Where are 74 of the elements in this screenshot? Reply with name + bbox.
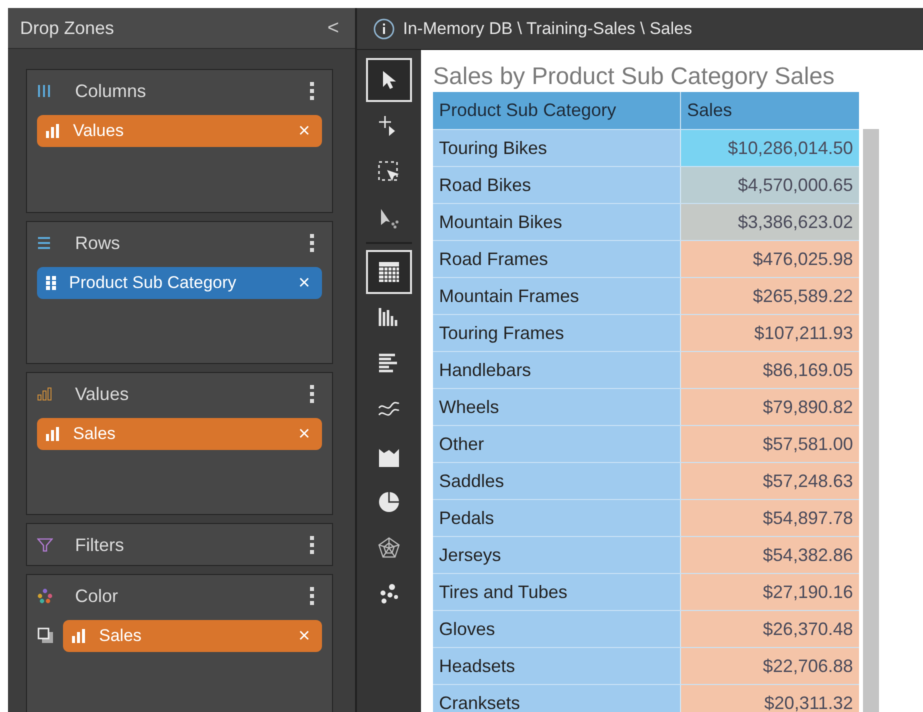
table-cell: Road Bikes bbox=[433, 167, 681, 203]
panel-title: Drop Zones bbox=[20, 16, 114, 40]
table-cell: $10,286,014.50 bbox=[681, 130, 859, 166]
remove-button[interactable]: × bbox=[294, 626, 314, 646]
selection-icon bbox=[377, 160, 401, 184]
zone-title: Filters bbox=[75, 534, 125, 557]
table-cell: Headsets bbox=[433, 648, 681, 684]
field-pill[interactable]: Values × bbox=[37, 115, 322, 148]
rows-icon bbox=[37, 236, 51, 250]
pill-label: Sales bbox=[99, 625, 143, 648]
bar-chart-icon bbox=[71, 629, 87, 644]
remove-button[interactable]: × bbox=[294, 273, 314, 294]
table-cell: Touring Frames bbox=[433, 315, 681, 351]
table-cell: Mountain Frames bbox=[433, 278, 681, 314]
table-cell: $265,589.22 bbox=[681, 278, 859, 314]
table-cell: $79,890.82 bbox=[681, 389, 859, 425]
table-title: Sales by Product Sub Category Sales bbox=[433, 62, 836, 92]
filter-icon bbox=[37, 537, 53, 554]
palette-icon bbox=[37, 588, 53, 604]
table-cell: $4,570,000.65 bbox=[681, 167, 859, 203]
grip-icon bbox=[45, 275, 57, 292]
pointer-icon bbox=[378, 207, 400, 229]
table-cell: Cranksets bbox=[433, 685, 681, 712]
remove-button[interactable]: × bbox=[294, 121, 314, 142]
table-icon bbox=[377, 260, 401, 284]
zone-title: Color bbox=[75, 584, 120, 608]
zone-title: Columns bbox=[75, 80, 148, 103]
table-cell: $26,370.48 bbox=[681, 611, 859, 647]
table-cell: Gloves bbox=[433, 611, 681, 647]
toolbar-button[interactable] bbox=[366, 250, 412, 294]
zone-title: Rows bbox=[75, 232, 122, 255]
table-cell: Mountain Bikes bbox=[433, 204, 681, 240]
table-cell: Touring Bikes bbox=[433, 130, 681, 166]
pill-label: Values bbox=[73, 120, 125, 142]
table-cell: $27,190.16 bbox=[681, 574, 859, 610]
bar-chart-icon bbox=[45, 124, 61, 138]
table-cell: Saddles bbox=[433, 463, 681, 499]
remove-button[interactable]: × bbox=[294, 424, 314, 444]
bar-chart-icon bbox=[37, 387, 53, 402]
table-cell: $22,706.88 bbox=[681, 648, 859, 684]
table-cell: Handlebars bbox=[433, 352, 681, 388]
field-pill[interactable]: Sales × bbox=[63, 620, 322, 652]
table-cell: Jerseys bbox=[433, 537, 681, 573]
table-cell: Wheels bbox=[433, 389, 681, 425]
breadcrumb: In-Memory DB \ Training-Sales \ Sales bbox=[403, 18, 692, 40]
collapse-button[interactable]: < bbox=[323, 13, 343, 44]
table-cell: Tires and Tubes bbox=[433, 574, 681, 610]
column-header[interactable]: Sales bbox=[681, 92, 859, 129]
field-pill[interactable]: Sales × bbox=[37, 418, 322, 450]
table-cell: Road Frames bbox=[433, 241, 681, 277]
info-icon[interactable] bbox=[373, 18, 395, 40]
zone-title: Values bbox=[75, 382, 130, 406]
table-cell: $57,581.00 bbox=[681, 426, 859, 462]
table-cell: $54,382.86 bbox=[681, 537, 859, 573]
table-cell: $107,211.93 bbox=[681, 315, 859, 351]
columns-icon bbox=[37, 84, 51, 98]
pie-chart-icon bbox=[377, 490, 401, 514]
copy-icon[interactable] bbox=[37, 627, 55, 646]
table-cell: Pedals bbox=[433, 500, 681, 536]
bar-chart-icon bbox=[45, 427, 61, 442]
table-cell: $54,897.78 bbox=[681, 500, 859, 536]
column-header[interactable]: Product Sub Category bbox=[433, 92, 681, 129]
table-cell: $3,386,623.02 bbox=[681, 204, 859, 240]
table-cell: $476,025.98 bbox=[681, 241, 859, 277]
table-cell: Other bbox=[433, 426, 681, 462]
toolbar-button[interactable] bbox=[366, 58, 412, 102]
table-cell: $57,248.63 bbox=[681, 463, 859, 499]
radar-chart-icon bbox=[377, 536, 401, 560]
table-cell: $86,169.05 bbox=[681, 352, 859, 388]
field-pill[interactable]: Product Sub Category × bbox=[37, 267, 322, 300]
table-cell: $20,311.32 bbox=[681, 685, 859, 712]
pill-label: Sales bbox=[73, 423, 117, 446]
pill-label: Product Sub Category bbox=[69, 272, 238, 294]
scrollbar[interactable] bbox=[863, 129, 879, 712]
